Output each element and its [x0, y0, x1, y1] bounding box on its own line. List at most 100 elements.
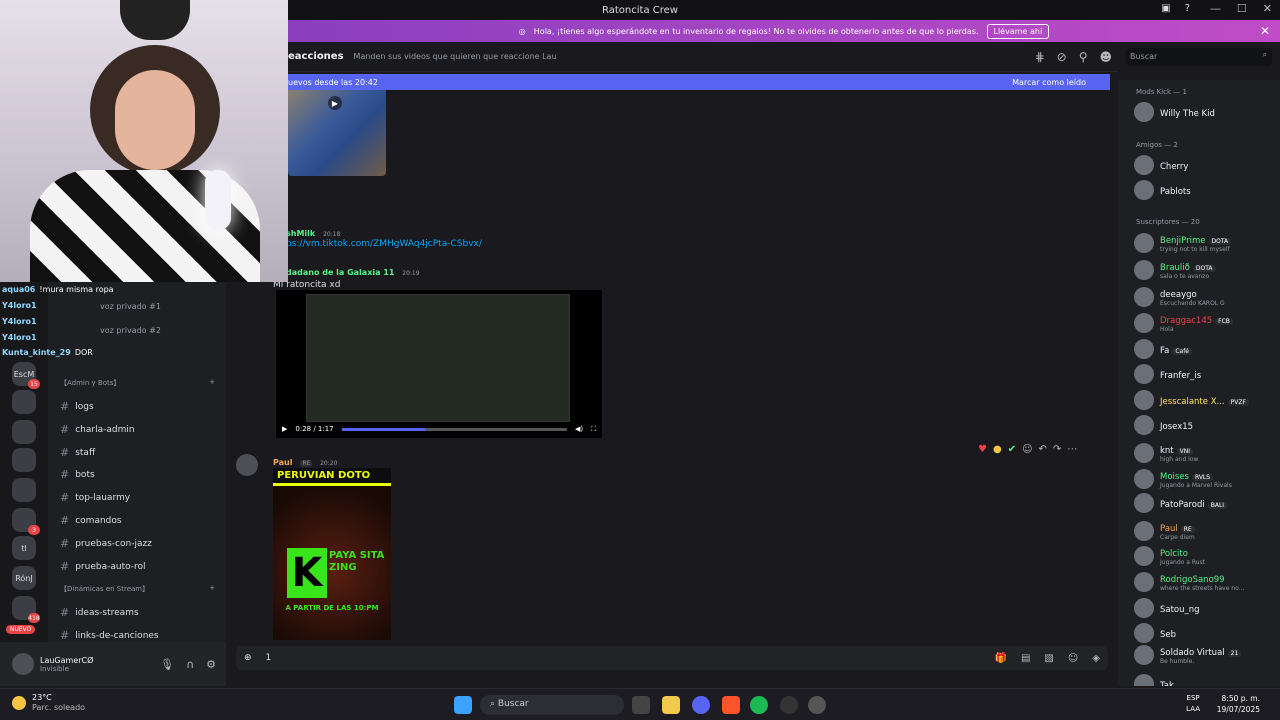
taskbar-search[interactable]: ⌕ Buscar — [480, 695, 624, 715]
member-item[interactable]: RodrigoSano99 where the streets have no..… — [1134, 571, 1280, 592]
headphones-icon[interactable]: ∩ — [186, 658, 194, 671]
play-button-icon[interactable]: ▶ — [282, 425, 287, 433]
member-item[interactable]: Cherry — [1134, 155, 1280, 175]
member-item[interactable]: Braulið DOTA sala o te avanzo — [1134, 259, 1280, 280]
take-me-there-button[interactable]: Llévame ahí — [986, 23, 1050, 39]
member-item[interactable]: Willy The Kid — [1134, 102, 1280, 122]
member-item[interactable]: Draggac145 FCB Hola — [1134, 312, 1280, 333]
member-item[interactable]: Fa Café — [1134, 339, 1280, 359]
settings-gear-icon[interactable]: ⚙ — [206, 658, 216, 671]
author-name[interactable]: dadano de la Galaxia 11 — [286, 268, 394, 277]
add-channel-icon[interactable]: + — [209, 378, 215, 388]
inbox-icon[interactable]: ▣ — [1161, 3, 1170, 14]
member-item[interactable]: Moises RVLS Jugando a Marvel Rivals — [1134, 468, 1280, 489]
help-icon[interactable]: ? — [1185, 3, 1190, 14]
category-admin[interactable]: 【Admin y Bots】 + — [60, 378, 215, 388]
channel-item[interactable]: # comandos — [60, 514, 122, 527]
channel-item[interactable]: # prueba-auto-rol — [60, 560, 146, 573]
voice-channel[interactable]: voz privado #1 — [100, 302, 161, 311]
member-item[interactable]: PatoParodi BALI — [1134, 493, 1280, 513]
server-icon[interactable]: EscM 15 — [12, 362, 40, 389]
avatar[interactable] — [236, 454, 258, 476]
heart-reaction-icon[interactable]: ♥ — [978, 444, 987, 455]
video-progress[interactable] — [341, 427, 567, 431]
channel-item[interactable]: # top-lauarmy — [60, 491, 130, 504]
obs-icon[interactable] — [780, 696, 798, 714]
mute-icon[interactable]: ⊘ — [1057, 50, 1067, 64]
member-item[interactable]: deeaygo Escuchando KAROL G — [1134, 286, 1280, 307]
add-attachment-icon[interactable]: ⊕ — [244, 653, 252, 663]
windows-start-icon[interactable] — [454, 696, 472, 714]
add-channel-icon[interactable]: + — [209, 584, 215, 594]
close-window-button[interactable]: ✕ — [1263, 2, 1272, 15]
app-icon[interactable] — [808, 696, 826, 714]
member-item[interactable]: knt VNI high and low — [1134, 442, 1280, 463]
weather-widget[interactable]: 23°C Parc. soleado — [12, 693, 85, 713]
server-icon[interactable]: 3 — [12, 508, 40, 535]
new-messages-bar[interactable]: uevos desde las 20:42 Marcar como leído — [288, 74, 1110, 90]
close-notice-icon[interactable]: ✕ — [1260, 24, 1270, 38]
channel-item[interactable]: # bots — [60, 468, 95, 481]
member-item[interactable]: Josex15 — [1134, 415, 1280, 435]
forward-icon[interactable]: ↷ — [1053, 444, 1061, 455]
stream-poster-image[interactable]: PERUVIAN DOTO K PAYA SITA ZING A PARTIR … — [273, 468, 391, 640]
member-item[interactable]: Jesscalante X... PVZF — [1134, 390, 1280, 410]
gif-icon[interactable]: ▤ — [1021, 653, 1030, 664]
server-icon[interactable]: tl — [12, 536, 36, 560]
member-item[interactable]: Soldado Virtual 21 Be humble. — [1134, 644, 1280, 665]
username[interactable]: LauGamerCØ — [40, 656, 93, 665]
pin-icon[interactable]: ⚲ — [1079, 50, 1088, 64]
author-name[interactable]: shMilk — [286, 229, 315, 238]
message-composer[interactable]: ⊕ 1 🎁 ▤ ▧ ☺ ◈ — [236, 646, 1108, 670]
check-reaction-icon[interactable]: ✔ — [1008, 444, 1016, 455]
server-icon[interactable]: RónJ — [12, 566, 36, 590]
threads-icon[interactable]: ⋕ — [1035, 50, 1045, 64]
more-icon[interactable]: ⋯ — [1067, 444, 1077, 455]
sticker-icon[interactable]: ▧ — [1044, 653, 1053, 664]
search-input[interactable]: Buscar ⌕ — [1126, 48, 1272, 66]
server-icon[interactable] — [12, 448, 36, 472]
member-item[interactable]: Tak. — [1134, 674, 1280, 686]
system-clock[interactable]: 8:50 p. m. 19/07/2025 — [1217, 693, 1260, 715]
member-item[interactable]: Pablots — [1134, 180, 1280, 200]
member-item[interactable]: Franfer_is — [1134, 364, 1280, 384]
member-item[interactable]: Paul RE Carpe diem — [1134, 520, 1280, 541]
video-player[interactable]: ▶ 0:28 / 1:17 ◀) ⛶ — [276, 290, 602, 438]
volume-icon[interactable]: ◀) — [575, 425, 583, 433]
language-indicator[interactable]: ESP LAA — [1186, 693, 1200, 715]
mark-read-button[interactable]: Marcar como leído — [1012, 78, 1086, 87]
author-name[interactable]: Paul — [273, 458, 292, 467]
spotify-icon[interactable] — [750, 696, 768, 714]
play-icon[interactable]: ▶ — [328, 96, 342, 110]
server-icon[interactable]: 418 — [12, 596, 40, 623]
mic-icon[interactable]: 🎙 — [160, 658, 174, 671]
video-thumbnail[interactable]: ▶ — [288, 90, 386, 176]
member-item[interactable]: Satou_ng — [1134, 598, 1280, 618]
server-icon[interactable] — [12, 478, 36, 502]
add-reaction-icon[interactable]: ☺ — [1022, 444, 1032, 455]
tiktok-link[interactable]: ps://vm.tiktok.com/ZMHgWAq4jcPta-CSbvx/ — [286, 239, 482, 249]
channel-item[interactable]: # charla-admin — [60, 423, 135, 436]
emoji-icon[interactable]: ☺ — [1068, 653, 1078, 664]
category-dinamicas[interactable]: 【Dinámicas en Stream】 + — [60, 584, 215, 594]
discord-icon[interactable] — [692, 696, 710, 714]
task-view-icon[interactable] — [632, 696, 650, 714]
emoji-reaction-icon[interactable]: ● — [993, 444, 1002, 455]
minimize-button[interactable]: — — [1210, 2, 1221, 15]
maximize-button[interactable]: ☐ — [1237, 2, 1247, 15]
avatar[interactable] — [12, 653, 34, 675]
brave-icon[interactable] — [722, 696, 740, 714]
voice-channel[interactable]: voz privado #2 — [100, 326, 161, 335]
server-icon[interactable] — [12, 420, 36, 444]
composer-text[interactable]: 1 — [266, 653, 272, 663]
member-item[interactable]: Polcito Jugando a Rust — [1134, 545, 1280, 566]
apps-icon[interactable]: ◈ — [1092, 653, 1100, 664]
file-explorer-icon[interactable] — [662, 696, 680, 714]
fullscreen-icon[interactable]: ⛶ — [591, 425, 596, 434]
member-item[interactable]: BenjiPrime DOTA trying not to kill myself — [1134, 232, 1280, 253]
member-item[interactable]: Seb — [1134, 623, 1280, 643]
reply-icon[interactable]: ↶ — [1039, 444, 1047, 455]
server-icon[interactable] — [12, 390, 36, 414]
channel-item[interactable]: # pruebas-con-jazz — [60, 537, 152, 550]
members-icon[interactable]: ☻ — [1099, 50, 1112, 64]
